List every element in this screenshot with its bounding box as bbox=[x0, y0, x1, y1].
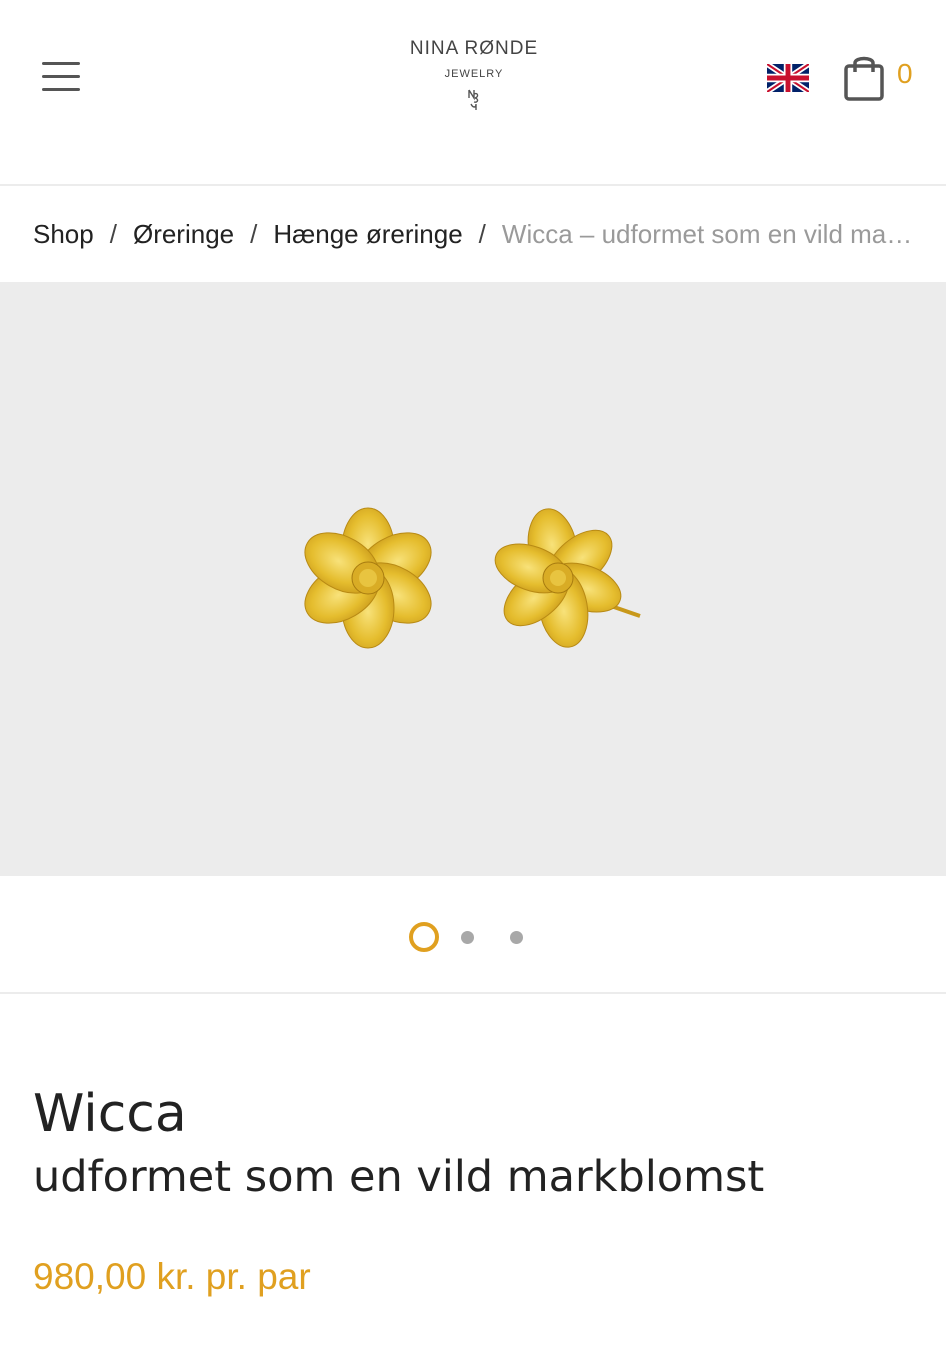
header-divider bbox=[0, 184, 946, 186]
site-logo[interactable]: NINA RØNDE JEWELRY bbox=[386, 30, 562, 130]
product-image-flower-earrings bbox=[304, 507, 641, 649]
product-subtitle: udformet som en vild markblomst bbox=[33, 1152, 765, 1202]
gallery-pagination bbox=[0, 918, 946, 958]
breadcrumb-separator: / bbox=[478, 218, 486, 249]
hamburger-menu-icon[interactable] bbox=[40, 58, 82, 96]
cart-count-badge: 0 bbox=[897, 58, 913, 89]
logo-subtitle: JEWELRY bbox=[444, 68, 504, 80]
breadcrumb-current: Wicca – udformet som en vild markblomst bbox=[501, 218, 913, 249]
breadcrumb-haenge-oreringe[interactable]: Hænge øreringe bbox=[273, 219, 462, 250]
gallery-dot-1-active[interactable] bbox=[409, 922, 439, 952]
site-header: NINA RØNDE JEWELRY 0 bbox=[0, 0, 946, 184]
product-price: 980,00 kr. pr. par bbox=[33, 1256, 311, 1297]
breadcrumb-separator: / bbox=[250, 218, 258, 249]
uk-flag-icon[interactable] bbox=[765, 61, 811, 95]
section-divider bbox=[0, 992, 946, 994]
cart-button[interactable]: 0 bbox=[842, 52, 922, 104]
breadcrumb-shop[interactable]: Shop bbox=[33, 219, 94, 250]
shopping-bag-icon bbox=[844, 56, 884, 101]
breadcrumb-oreringe[interactable]: Øreringe bbox=[133, 219, 234, 250]
logo-name: NINA RØNDE bbox=[409, 38, 539, 59]
logo-monogram-icon bbox=[386, 88, 562, 117]
gallery-dot-3[interactable] bbox=[510, 931, 523, 944]
breadcrumb-separator: / bbox=[109, 218, 117, 249]
breadcrumb: Shop / Øreringe / Hænge øreringe / Wicca… bbox=[33, 214, 913, 254]
product-title: Wicca bbox=[33, 1084, 187, 1144]
gallery-dot-2[interactable] bbox=[461, 931, 474, 944]
product-image-gallery[interactable] bbox=[0, 282, 946, 876]
